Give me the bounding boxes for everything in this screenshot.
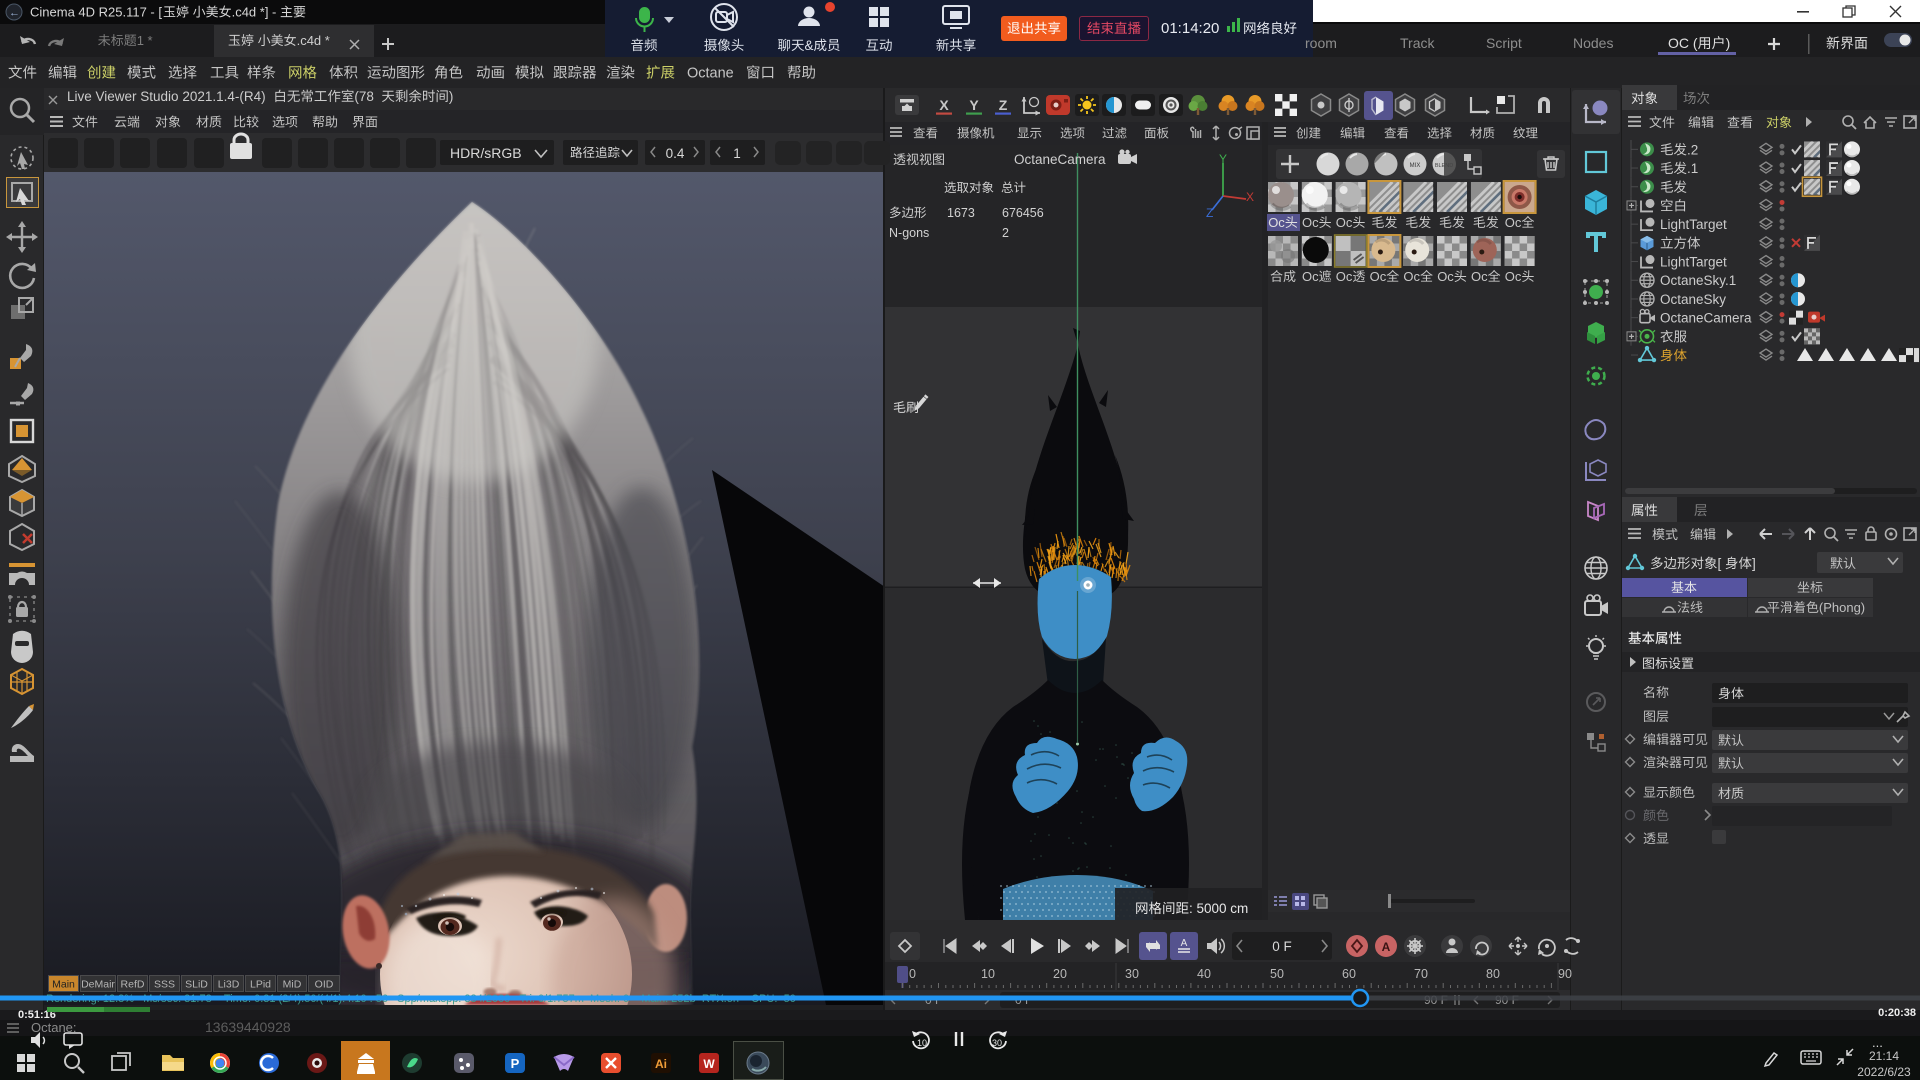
svg-text:(78: (78 [354,89,374,104]
svg-text:OctaneCamera: OctaneCamera [1660,311,1752,326]
svg-text:SSS: SSS [154,979,175,991]
svg-text:90: 90 [1558,967,1572,981]
svg-text:.c4d *: .c4d * [297,33,330,48]
svg-text:X: X [1246,190,1254,204]
svg-text:Oc: Oc [1403,269,1420,284]
svg-text:Y: Y [969,97,979,113]
svg-text:[: [ [1718,556,1722,571]
svg-text:room: room [1305,35,1337,51]
svg-text:]: ] [1752,556,1756,571]
svg-text:21:14: 21:14 [1869,1049,1899,1063]
svg-text:W: W [703,1057,715,1071]
svg-text:.2: .2 [1687,142,1698,157]
svg-text:←: ← [9,7,20,19]
svg-text:Z: Z [999,97,1008,113]
svg-text:RefD: RefD [121,979,145,991]
svg-text:Oc: Oc [1336,215,1353,230]
svg-text:0:20:38: 0:20:38 [1878,1007,1916,1019]
svg-text:60: 60 [1342,967,1356,981]
svg-text:MIX: MIX [1410,163,1421,169]
svg-text:Y: Y [1219,152,1227,166]
svg-text:LightTarget: LightTarget [1660,217,1727,232]
svg-text:Oc: Oc [1268,215,1285,230]
svg-text:MiD: MiD [283,979,302,991]
svg-text:Oc: Oc [1505,215,1522,230]
svg-text:BLEND: BLEND [1435,163,1453,169]
svg-text:): ) [449,89,454,104]
svg-text:LPid: LPid [250,979,271,991]
svg-text:1 *: 1 * [137,33,153,48]
svg-text:Track: Track [1400,35,1435,51]
svg-text:Live Viewer Studio 2021.1.4-(R: Live Viewer Studio 2021.1.4-(R4) [67,89,266,104]
svg-text:Script: Script [1486,35,1522,51]
svg-text:13639440928: 13639440928 [205,1019,291,1035]
svg-text:10: 10 [917,1038,927,1048]
svg-text:70: 70 [1414,967,1428,981]
svg-text:10: 10 [981,967,995,981]
svg-text:.c4d *] -: .c4d *] - [232,5,277,20]
svg-text:Li3D: Li3D [218,979,240,991]
svg-text:Cinema 4D R25.117 - [: Cinema 4D R25.117 - [ [30,5,162,20]
svg-text:Z: Z [1206,206,1213,220]
svg-text:&: & [805,38,814,53]
svg-text:Main: Main [52,979,75,991]
svg-text:(Phong): (Phong) [1819,600,1865,615]
svg-text:SLiD: SLiD [185,979,208,991]
svg-text:Oc: Oc [1437,269,1454,284]
svg-text:Oc: Oc [1336,269,1353,284]
svg-text:X: X [939,97,949,113]
svg-text:...: ... [1872,1035,1883,1050]
svg-text:Ai: Ai [655,1057,667,1071]
svg-text:P: P [511,1056,520,1071]
svg-text:80: 80 [1486,967,1500,981]
svg-text:Oc: Oc [1302,269,1319,284]
svg-text:LightTarget: LightTarget [1660,255,1727,270]
svg-text:1673: 1673 [947,206,975,220]
svg-text:20: 20 [1053,967,1067,981]
svg-text:): ) [1726,35,1731,51]
svg-text:2022/6/23: 2022/6/23 [1857,1065,1911,1079]
svg-text:2: 2 [1002,226,1009,240]
svg-text:Oc: Oc [1302,215,1319,230]
svg-text:Oc: Oc [1370,269,1387,284]
svg-text:0: 0 [909,967,916,981]
svg-text:01:14:20: 01:14:20 [1161,20,1219,37]
svg-text:50: 50 [1270,967,1284,981]
svg-text:30: 30 [1125,967,1139,981]
svg-text:OctaneSky: OctaneSky [1660,292,1726,307]
svg-text:OctaneSky.1: OctaneSky.1 [1660,273,1736,288]
svg-text:: 5000 cm: : 5000 cm [1189,901,1248,916]
svg-text:Nodes: Nodes [1573,35,1613,51]
svg-text:Octane: Octane [687,66,734,82]
svg-text:676456: 676456 [1002,206,1044,220]
svg-text:A: A [1181,938,1188,949]
svg-text:N-gons: N-gons [889,226,929,240]
svg-text:HDR/sRGB: HDR/sRGB [450,145,522,161]
svg-text:Oc: Oc [1471,269,1488,284]
svg-text:OID: OID [315,979,334,991]
svg-text:DeMair: DeMair [81,979,115,991]
svg-text:A: A [1382,940,1391,954]
svg-text:40: 40 [1197,967,1211,981]
svg-text:OC (: OC ( [1668,35,1698,51]
svg-text:1: 1 [733,146,741,161]
svg-text:OctaneCamera: OctaneCamera [1014,152,1106,167]
svg-text:0 F: 0 F [1272,939,1292,954]
svg-text:.1: .1 [1687,161,1698,176]
svg-text:0.4: 0.4 [666,146,685,161]
svg-text:30: 30 [992,1038,1002,1048]
svg-text:Oc: Oc [1505,269,1522,284]
